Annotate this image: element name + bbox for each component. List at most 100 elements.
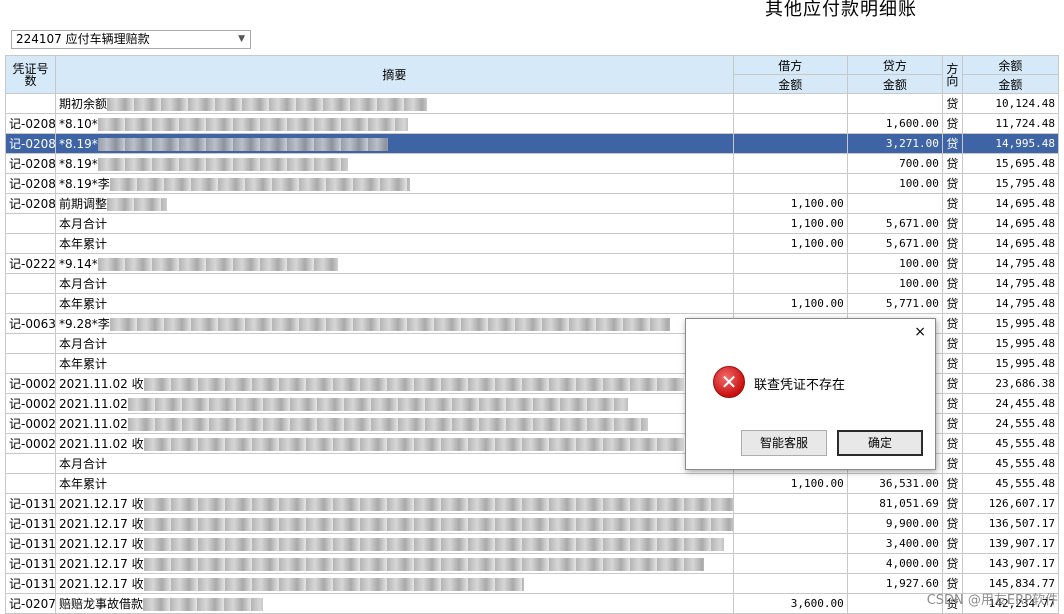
- table-row[interactable]: 记-0222 *9.14* 100.00 贷 14,795.48: [4, 253, 1060, 274]
- summary-cell-text: *8.19*李: [59, 177, 110, 191]
- table-row[interactable]: 记-0208 *8.10* 1,600.00 贷 11,724.48: [4, 113, 1060, 134]
- col-header-voucher[interactable]: 凭证号数: [4, 55, 57, 94]
- debit-cell-text: 1,100.00: [790, 197, 844, 210]
- direction-cell: 贷: [941, 433, 963, 454]
- direction-cell-text: 贷: [946, 197, 959, 211]
- credit-cell-text: 81,051.69: [879, 497, 939, 510]
- balance-cell: 14,695.48: [961, 233, 1060, 254]
- col-header-credit-amount[interactable]: 金额: [846, 74, 943, 94]
- table-row[interactable]: 本年累计 1,100.00 5,671.00 贷 14,695.48: [4, 233, 1060, 254]
- direction-cell-text: 贷: [946, 517, 959, 531]
- direction-cell-text: 贷: [946, 237, 959, 251]
- balance-cell: 15,795.48: [961, 173, 1060, 194]
- table-row[interactable]: 记-0208 *8.19* 700.00 贷 15,695.48: [4, 153, 1060, 174]
- ok-button[interactable]: 确定: [837, 430, 923, 456]
- summary-cell-text: 本月合计: [59, 277, 108, 291]
- table-row[interactable]: 记-0131 2021.12.17 收 3,400.00 贷 139,907.17: [4, 533, 1060, 554]
- col-header-direction[interactable]: 方向: [941, 55, 963, 94]
- table-row[interactable]: 本月合计 100.00 贷 14,795.48: [4, 273, 1060, 294]
- summary-cell: *8.19*李: [55, 173, 734, 194]
- balance-cell-text: 14,695.48: [995, 197, 1055, 210]
- debit-cell: [732, 153, 848, 174]
- debit-cell: [732, 573, 848, 594]
- credit-cell-text: 36,531.00: [879, 477, 939, 490]
- voucher-cell-text: 记-0002: [9, 417, 56, 431]
- credit-cell-text: 3,400.00: [885, 537, 939, 550]
- smart-support-button[interactable]: 智能客服: [741, 430, 827, 456]
- balance-cell: 45,555.48: [961, 473, 1060, 494]
- col-header-summary[interactable]: 摘要: [55, 55, 734, 94]
- debit-cell: [732, 93, 848, 114]
- page-title: 其他应付款明细账: [765, 0, 917, 20]
- debit-cell: 1,100.00: [732, 473, 848, 494]
- account-select[interactable]: 224107 应付车辆理赔款 ▼: [11, 30, 251, 49]
- chevron-down-icon[interactable]: ▼: [238, 31, 245, 48]
- credit-cell: 5,671.00: [846, 233, 943, 254]
- voucher-cell: 记-0207: [4, 593, 57, 614]
- table-row[interactable]: 记-0207 赔赔龙事故借款 3,600.00 贷 142,234.77: [4, 593, 1060, 614]
- summary-cell-text: 本年累计: [59, 357, 108, 371]
- account-select-value: 224107 应付车辆理赔款: [16, 32, 150, 46]
- balance-cell: 23,686.38: [961, 373, 1060, 394]
- table-row[interactable]: 记-0208 *8.19* 3,271.00 贷 14,995.48: [4, 133, 1060, 154]
- direction-cell-text: 贷: [946, 117, 959, 131]
- debit-cell: 1,100.00: [732, 293, 848, 314]
- balance-cell-text: 139,907.17: [988, 537, 1055, 550]
- balance-cell-text: 45,555.48: [995, 457, 1055, 470]
- voucher-cell: 记-0063: [4, 313, 57, 334]
- table-row[interactable]: 记-0131 2021.12.17 收 81,051.69 贷 126,607.17: [4, 493, 1060, 514]
- table-row[interactable]: 期初余额 贷 10,124.48: [4, 93, 1060, 114]
- voucher-cell: 记-0131: [4, 553, 57, 574]
- summary-cell-text: 本月合计: [59, 457, 108, 471]
- table-row[interactable]: 记-0208 *8.19*李 100.00 贷 15,795.48: [4, 173, 1060, 194]
- voucher-cell: [4, 213, 57, 234]
- voucher-cell: 记-0131: [4, 573, 57, 594]
- col-header-debit[interactable]: 借方: [732, 55, 848, 75]
- credit-cell: 4,000.00: [846, 553, 943, 574]
- summary-cell: 前期调整: [55, 193, 734, 214]
- credit-cell: [846, 93, 943, 114]
- credit-cell: 3,400.00: [846, 533, 943, 554]
- summary-cell-text: 2021.12.17 收: [59, 537, 144, 551]
- credit-cell-text: 9,900.00: [885, 517, 939, 530]
- direction-cell-text: 贷: [946, 557, 959, 571]
- redacted-text: [143, 378, 684, 391]
- balance-cell: 143,907.17: [961, 553, 1060, 574]
- col-header-balance-amount[interactable]: 金额: [961, 74, 1060, 94]
- credit-cell: 9,900.00: [846, 513, 943, 534]
- table-row[interactable]: 记-0131 2021.12.17 收 9,900.00 贷 136,507.17: [4, 513, 1060, 534]
- debit-cell: [732, 553, 848, 574]
- summary-cell: 2021.12.17 收: [55, 533, 734, 554]
- table-row[interactable]: 记-0208 前期调整 1,100.00 贷 14,695.48: [4, 193, 1060, 214]
- close-icon[interactable]: ×: [914, 324, 926, 340]
- debit-cell: [732, 533, 848, 554]
- summary-cell: 2021.11.02 收: [55, 373, 734, 394]
- table-row[interactable]: 本年累计 1,100.00 5,771.00 贷 14,795.48: [4, 293, 1060, 314]
- credit-cell-text: 5,671.00: [885, 237, 939, 250]
- balance-cell-text: 14,795.48: [995, 277, 1055, 290]
- table-row[interactable]: 记-0131 2021.12.17 收 1,927.60 贷 145,834.77: [4, 573, 1060, 594]
- redacted-text: [143, 598, 264, 611]
- direction-cell: 贷: [941, 353, 963, 374]
- balance-cell-text: 24,455.48: [995, 397, 1055, 410]
- redacted-text: [109, 178, 410, 191]
- summary-cell: 本年累计: [55, 353, 734, 374]
- summary-cell-text: *8.10*: [59, 116, 98, 131]
- voucher-cell-text: 记-0002: [9, 397, 56, 411]
- table-row[interactable]: 本年累计 1,100.00 36,531.00 贷 45,555.48: [4, 473, 1060, 494]
- table-row[interactable]: 记-0131 2021.12.17 收 4,000.00 贷 143,907.17: [4, 553, 1060, 574]
- summary-cell-text: 2021.11.02 收: [59, 437, 144, 451]
- balance-cell-text: 45,555.48: [995, 477, 1055, 490]
- error-icon: ✕: [713, 366, 745, 398]
- balance-cell-text: 14,695.48: [995, 237, 1055, 250]
- direction-cell-text: 贷: [946, 397, 959, 411]
- table-row[interactable]: 本月合计 1,100.00 5,671.00 贷 14,695.48: [4, 213, 1060, 234]
- voucher-cell-text: 记-0063: [9, 317, 56, 331]
- col-header-debit-amount[interactable]: 金额: [732, 74, 848, 94]
- direction-cell-text: 贷: [946, 257, 959, 271]
- col-header-balance[interactable]: 余额: [961, 55, 1060, 75]
- balance-cell: 24,455.48: [961, 393, 1060, 414]
- balance-cell: 126,607.17: [961, 493, 1060, 514]
- col-header-credit[interactable]: 贷方: [846, 55, 943, 75]
- credit-cell: 5,671.00: [846, 213, 943, 234]
